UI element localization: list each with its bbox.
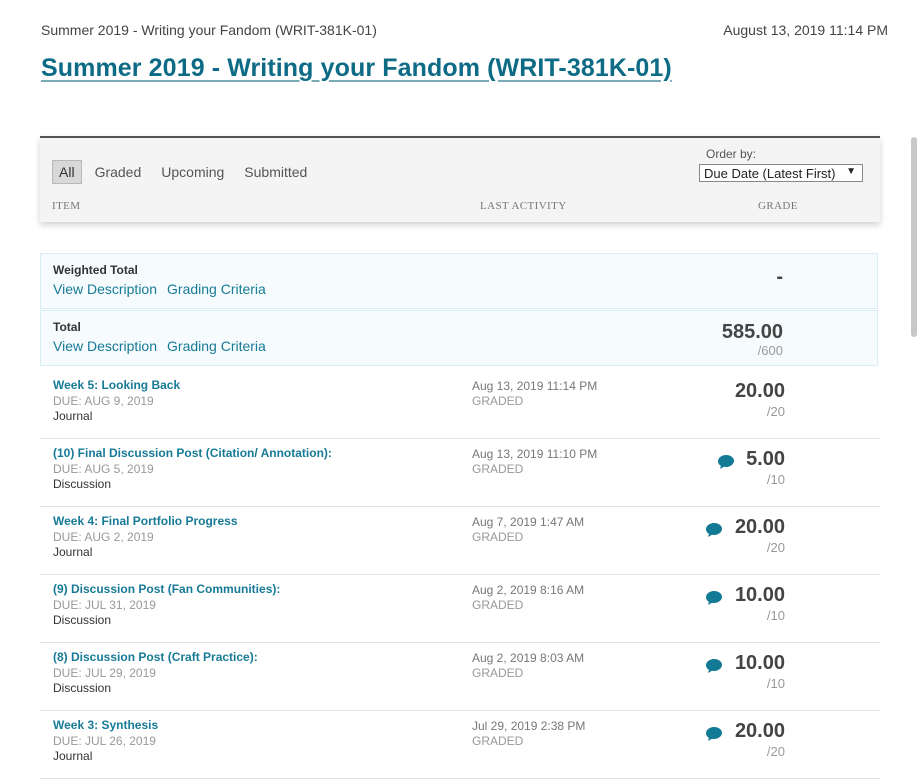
filter-all[interactable]: All bbox=[52, 160, 82, 184]
column-header-grade: GRADE bbox=[758, 200, 798, 212]
grade-item-row[interactable]: (10) Final Discussion Post (Citation/ An… bbox=[40, 438, 880, 507]
item-last-activity: Aug 2, 2019 8:03 AM bbox=[472, 651, 585, 665]
scrollbar-thumb[interactable] bbox=[911, 137, 917, 337]
item-title-link[interactable]: (8) Discussion Post (Craft Practice): bbox=[53, 650, 258, 664]
comment-icon[interactable] bbox=[717, 454, 735, 470]
item-out-of: /10 bbox=[766, 472, 785, 487]
page-title[interactable]: Summer 2019 - Writing your Fandom (WRIT-… bbox=[41, 54, 672, 83]
filter-submitted[interactable]: Submitted bbox=[237, 160, 314, 184]
column-header-item: ITEM bbox=[52, 200, 81, 212]
item-due-date: DUE: JUL 29, 2019 bbox=[53, 666, 156, 680]
item-status: GRADED bbox=[472, 462, 524, 476]
grade-item-row[interactable]: (8) Discussion Post (Craft Practice): DUE… bbox=[40, 642, 880, 711]
item-type: Journal bbox=[53, 545, 93, 559]
item-last-activity: Aug 13, 2019 11:14 PM bbox=[472, 379, 598, 393]
item-out-of: /20 bbox=[766, 540, 785, 555]
item-score: 20.00 bbox=[734, 516, 785, 538]
item-due-date: DUE: AUG 5, 2019 bbox=[53, 462, 154, 476]
item-status: GRADED bbox=[472, 394, 524, 408]
chevron-down-icon: ▼ bbox=[846, 166, 856, 177]
item-status: GRADED bbox=[472, 666, 524, 680]
total-label: Total bbox=[53, 320, 81, 334]
comment-icon[interactable] bbox=[705, 522, 723, 538]
column-header-last-activity: LAST ACTIVITY bbox=[480, 200, 567, 212]
grade-item-row[interactable]: Week 3: Synthesis DUE: JUL 26, 2019 Journa… bbox=[40, 710, 880, 779]
filter-panel: All Graded Upcoming Submitted Order by: … bbox=[40, 136, 880, 222]
comment-icon[interactable] bbox=[705, 590, 723, 606]
item-type: Journal bbox=[53, 749, 93, 763]
view-description-link[interactable]: View Description bbox=[53, 281, 157, 297]
weighted-total-label: Weighted Total bbox=[53, 263, 138, 277]
view-description-link[interactable]: View Description bbox=[53, 338, 157, 354]
item-last-activity: Aug 7, 2019 1:47 AM bbox=[472, 515, 585, 529]
total-grade: 585.00 bbox=[721, 321, 783, 343]
breadcrumb: Summer 2019 - Writing your Fandom (WRIT-… bbox=[41, 22, 377, 38]
item-due-date: DUE: AUG 2, 2019 bbox=[53, 530, 154, 544]
item-last-activity: Aug 13, 2019 11:10 PM bbox=[472, 447, 598, 461]
comment-icon[interactable] bbox=[705, 726, 723, 742]
item-out-of: /20 bbox=[766, 744, 785, 759]
item-score: 20.00 bbox=[734, 380, 785, 402]
grade-item-row[interactable]: (9) Discussion Post (Fan Communities): DU… bbox=[40, 574, 880, 643]
filter-upcoming[interactable]: Upcoming bbox=[154, 160, 231, 184]
grading-criteria-link[interactable]: Grading Criteria bbox=[167, 338, 266, 354]
item-due-date: DUE: JUL 31, 2019 bbox=[53, 598, 156, 612]
item-type: Discussion bbox=[53, 477, 112, 491]
weighted-total-grade: - bbox=[776, 266, 783, 288]
grade-item-row[interactable]: Week 4: Final Portfolio Progress DUE: AUG… bbox=[40, 506, 880, 575]
item-out-of: /20 bbox=[766, 404, 785, 419]
current-datetime: August 13, 2019 11:14 PM bbox=[723, 22, 888, 38]
item-last-activity: Aug 2, 2019 8:16 AM bbox=[472, 583, 585, 597]
filter-graded[interactable]: Graded bbox=[88, 160, 149, 184]
item-title-link[interactable]: (9) Discussion Post (Fan Communities): bbox=[53, 582, 280, 596]
item-title-link[interactable]: Week 5: Looking Back bbox=[53, 378, 180, 392]
item-due-date: DUE: JUL 26, 2019 bbox=[53, 734, 156, 748]
order-by-select[interactable]: Due Date (Latest First) ▼ bbox=[699, 164, 863, 182]
item-status: GRADED bbox=[472, 734, 524, 748]
item-status: GRADED bbox=[472, 530, 524, 544]
item-title-link[interactable]: (10) Final Discussion Post (Citation/ An… bbox=[53, 446, 332, 460]
item-title-link[interactable]: Week 3: Synthesis bbox=[53, 718, 158, 732]
item-score: 10.00 bbox=[734, 584, 785, 606]
total-row: Total View Description Grading Criteria … bbox=[40, 310, 878, 366]
item-out-of: /10 bbox=[766, 608, 785, 623]
comment-icon[interactable] bbox=[705, 658, 723, 674]
item-type: Discussion bbox=[53, 681, 112, 695]
item-out-of: /10 bbox=[766, 676, 785, 691]
filter-tabs: All Graded Upcoming Submitted bbox=[52, 160, 314, 184]
item-status: GRADED bbox=[472, 598, 524, 612]
item-score: 10.00 bbox=[734, 652, 785, 674]
item-title-link[interactable]: Week 4: Final Portfolio Progress bbox=[53, 514, 238, 528]
grading-criteria-link[interactable]: Grading Criteria bbox=[167, 281, 266, 297]
item-type: Discussion bbox=[53, 613, 112, 627]
total-max: /600 bbox=[757, 343, 783, 358]
item-score: 5.00 bbox=[746, 448, 785, 470]
weighted-total-row: Weighted Total View Description Grading … bbox=[40, 253, 878, 309]
top-bar: Summer 2019 - Writing your Fandom (WRIT-… bbox=[0, 0, 917, 44]
order-by-value: Due Date (Latest First) bbox=[704, 166, 836, 181]
item-due-date: DUE: AUG 9, 2019 bbox=[53, 394, 154, 408]
grade-item-row[interactable]: Week 5: Looking Back DUE: AUG 9, 2019 Jour… bbox=[40, 370, 880, 439]
item-type: Journal bbox=[53, 409, 93, 423]
item-score: 20.00 bbox=[734, 720, 785, 742]
item-last-activity: Jul 29, 2019 2:38 PM bbox=[472, 719, 586, 733]
order-by-label: Order by: bbox=[706, 147, 757, 161]
